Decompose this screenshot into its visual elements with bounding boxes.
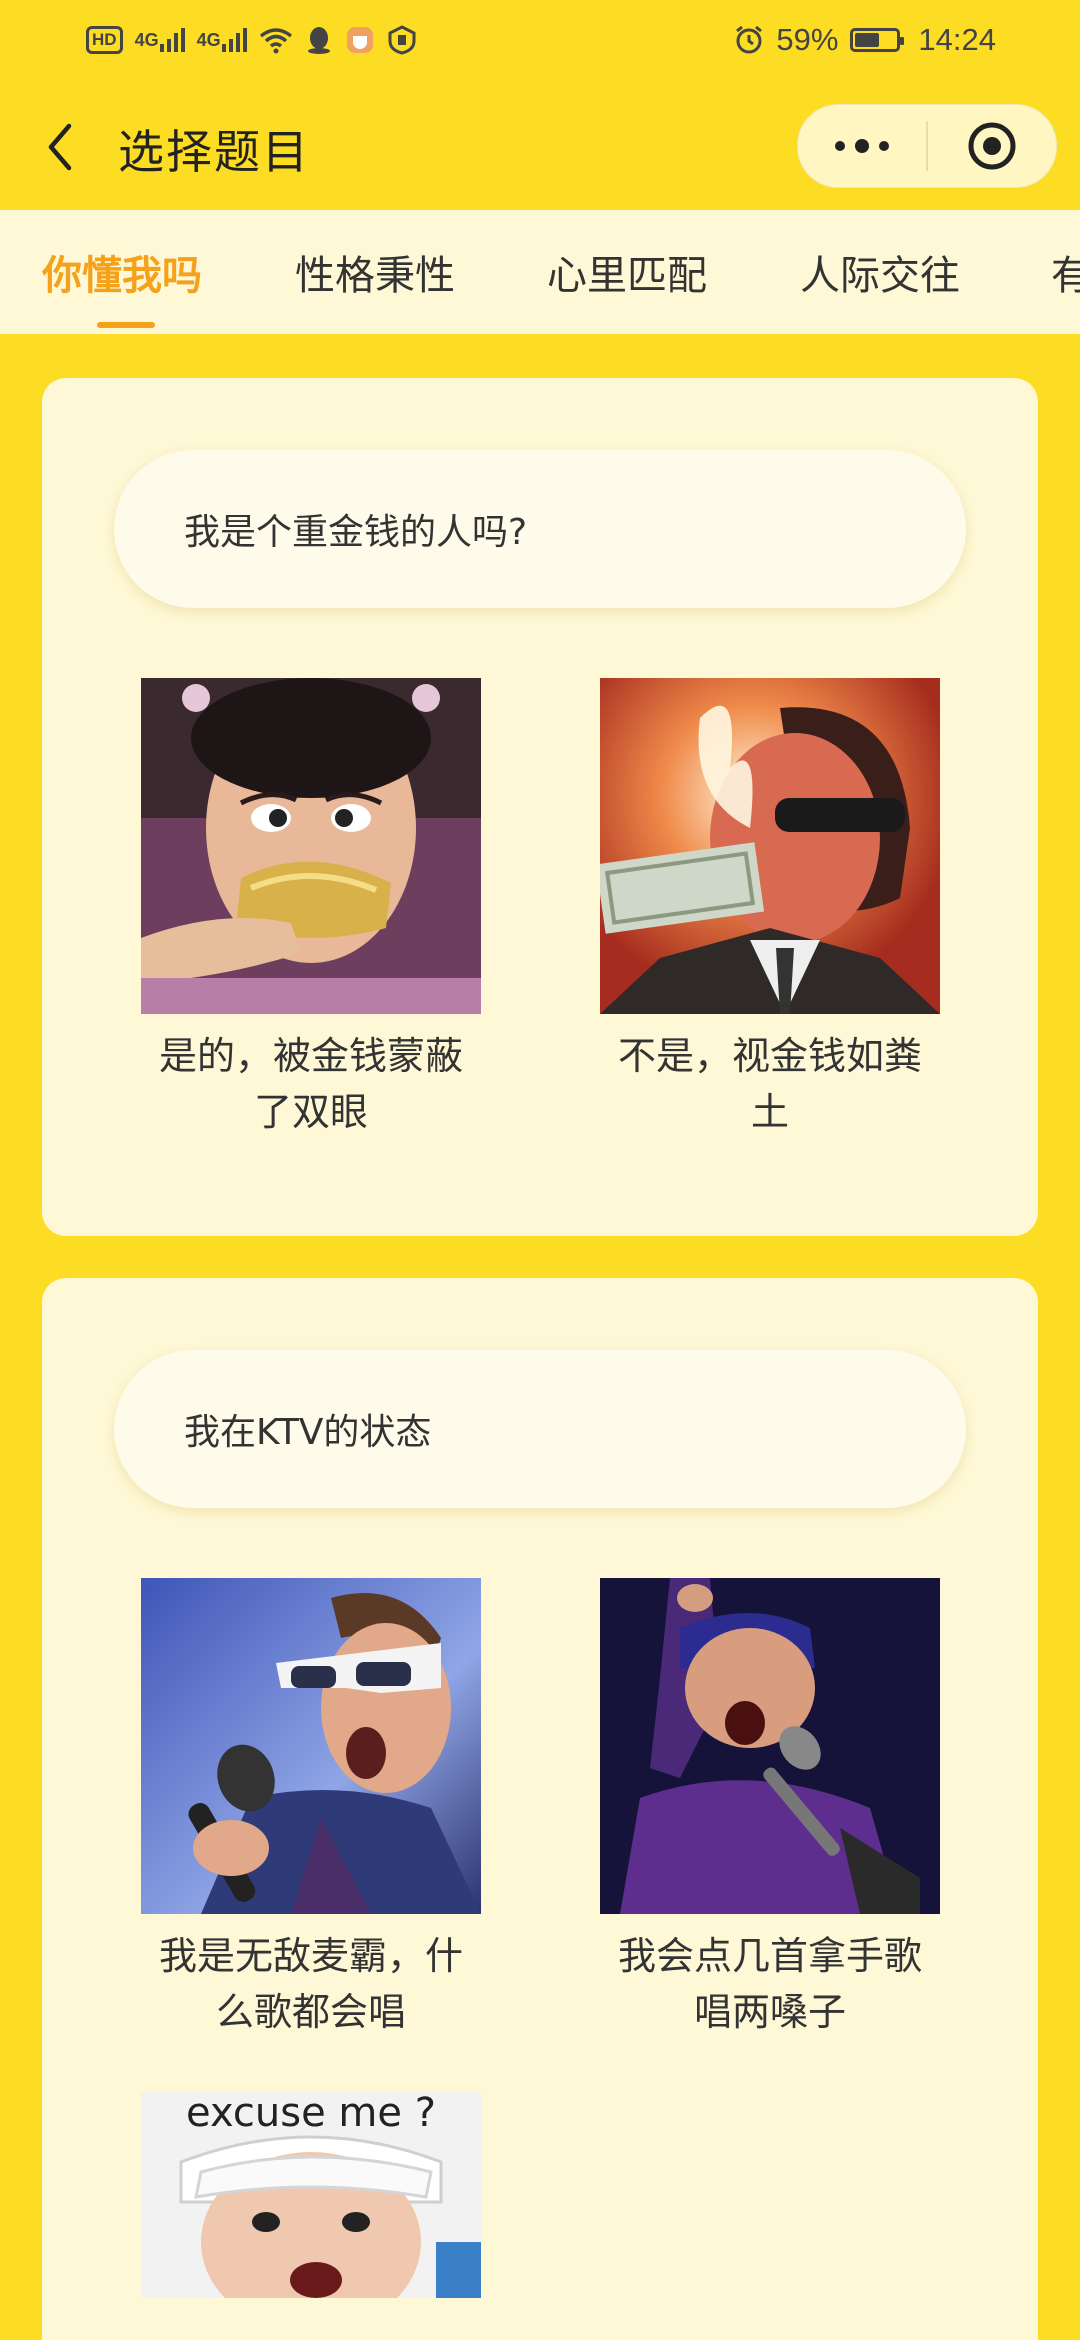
more-dots-icon <box>835 139 889 153</box>
meme-text: excuse me ? <box>186 2092 436 2136</box>
tab-social[interactable]: 人际交往 <box>800 210 960 334</box>
back-button[interactable] <box>38 122 82 172</box>
chevron-left-icon <box>48 123 72 171</box>
answer-option[interactable]: 不是，视金钱如粪土 <box>600 678 940 1140</box>
answer-image[interactable] <box>141 1578 481 1914</box>
target-close-icon <box>968 122 1016 170</box>
miniprogram-capsule <box>797 104 1057 188</box>
question-card: 我是个重金钱的人吗? 是的，被金钱蒙蔽了双眼 不是，视金钱如粪土 <box>42 378 1038 1236</box>
tab-personality[interactable]: 性格秉性 <box>295 210 455 334</box>
signal-4g-icon: 4G <box>135 27 185 53</box>
battery-icon <box>850 28 905 52</box>
answer-caption: 我会点几首拿手歌唱两嗓子 <box>617 1934 922 2034</box>
answer-caption: 是的，被金钱蒙蔽了双眼 <box>158 1034 463 1134</box>
cup-icon <box>345 25 375 55</box>
answer-image[interactable] <box>141 678 481 1014</box>
answer-option[interactable]: 是的，被金钱蒙蔽了双眼 <box>141 678 481 1140</box>
answer-caption: 不是，视金钱如粪土 <box>617 1034 922 1134</box>
alarm-icon <box>734 25 764 55</box>
answer-image[interactable]: excuse me ? <box>141 2092 481 2298</box>
page-title: 选择题目 <box>118 125 310 179</box>
tab-more[interactable]: 有 <box>1051 210 1080 334</box>
clock: 14:24 <box>918 22 996 57</box>
wifi-icon <box>259 26 293 54</box>
question-text: 我是个重金钱的人吗? <box>114 450 966 608</box>
status-bar: HD 4G 4G 59% 14:24 <box>0 0 1080 80</box>
answer-option[interactable]: 我是无敌麦霸，什么歌都会唱 <box>141 1578 481 2040</box>
nav-bar: 选择题目 <box>0 80 1080 210</box>
question-card: 我在KTV的状态 我是无敌麦霸，什么歌都会唱 我会点几首拿手歌唱两嗓子 excu… <box>42 1278 1038 2340</box>
shield-icon <box>387 25 417 55</box>
tab-heart-match[interactable]: 心里匹配 <box>547 210 707 334</box>
close-miniprogram-button[interactable] <box>928 105 1056 187</box>
answer-option[interactable]: 我会点几首拿手歌唱两嗓子 <box>600 1578 940 2040</box>
status-icons-right: 59% 14:24 <box>734 22 996 58</box>
more-button[interactable] <box>798 105 926 187</box>
hd-icon: HD <box>86 26 123 54</box>
answer-image[interactable] <box>600 678 940 1014</box>
question-text: 我在KTV的状态 <box>114 1350 966 1508</box>
qq-icon <box>305 25 333 55</box>
answer-image[interactable] <box>600 1578 940 1914</box>
tab-know-me[interactable]: 你懂我吗 <box>42 210 202 334</box>
status-icons-left: HD 4G 4G <box>86 25 417 55</box>
battery-percent: 59% <box>776 22 839 57</box>
category-tabs: 你懂我吗 性格秉性 心里匹配 人际交往 有 <box>0 210 1080 334</box>
active-tab-indicator <box>97 322 155 328</box>
answer-option[interactable]: excuse me ? <box>141 2092 481 2298</box>
answer-caption: 我是无敌麦霸，什么歌都会唱 <box>158 1934 463 2034</box>
signal-4g-icon: 4G <box>197 27 247 53</box>
